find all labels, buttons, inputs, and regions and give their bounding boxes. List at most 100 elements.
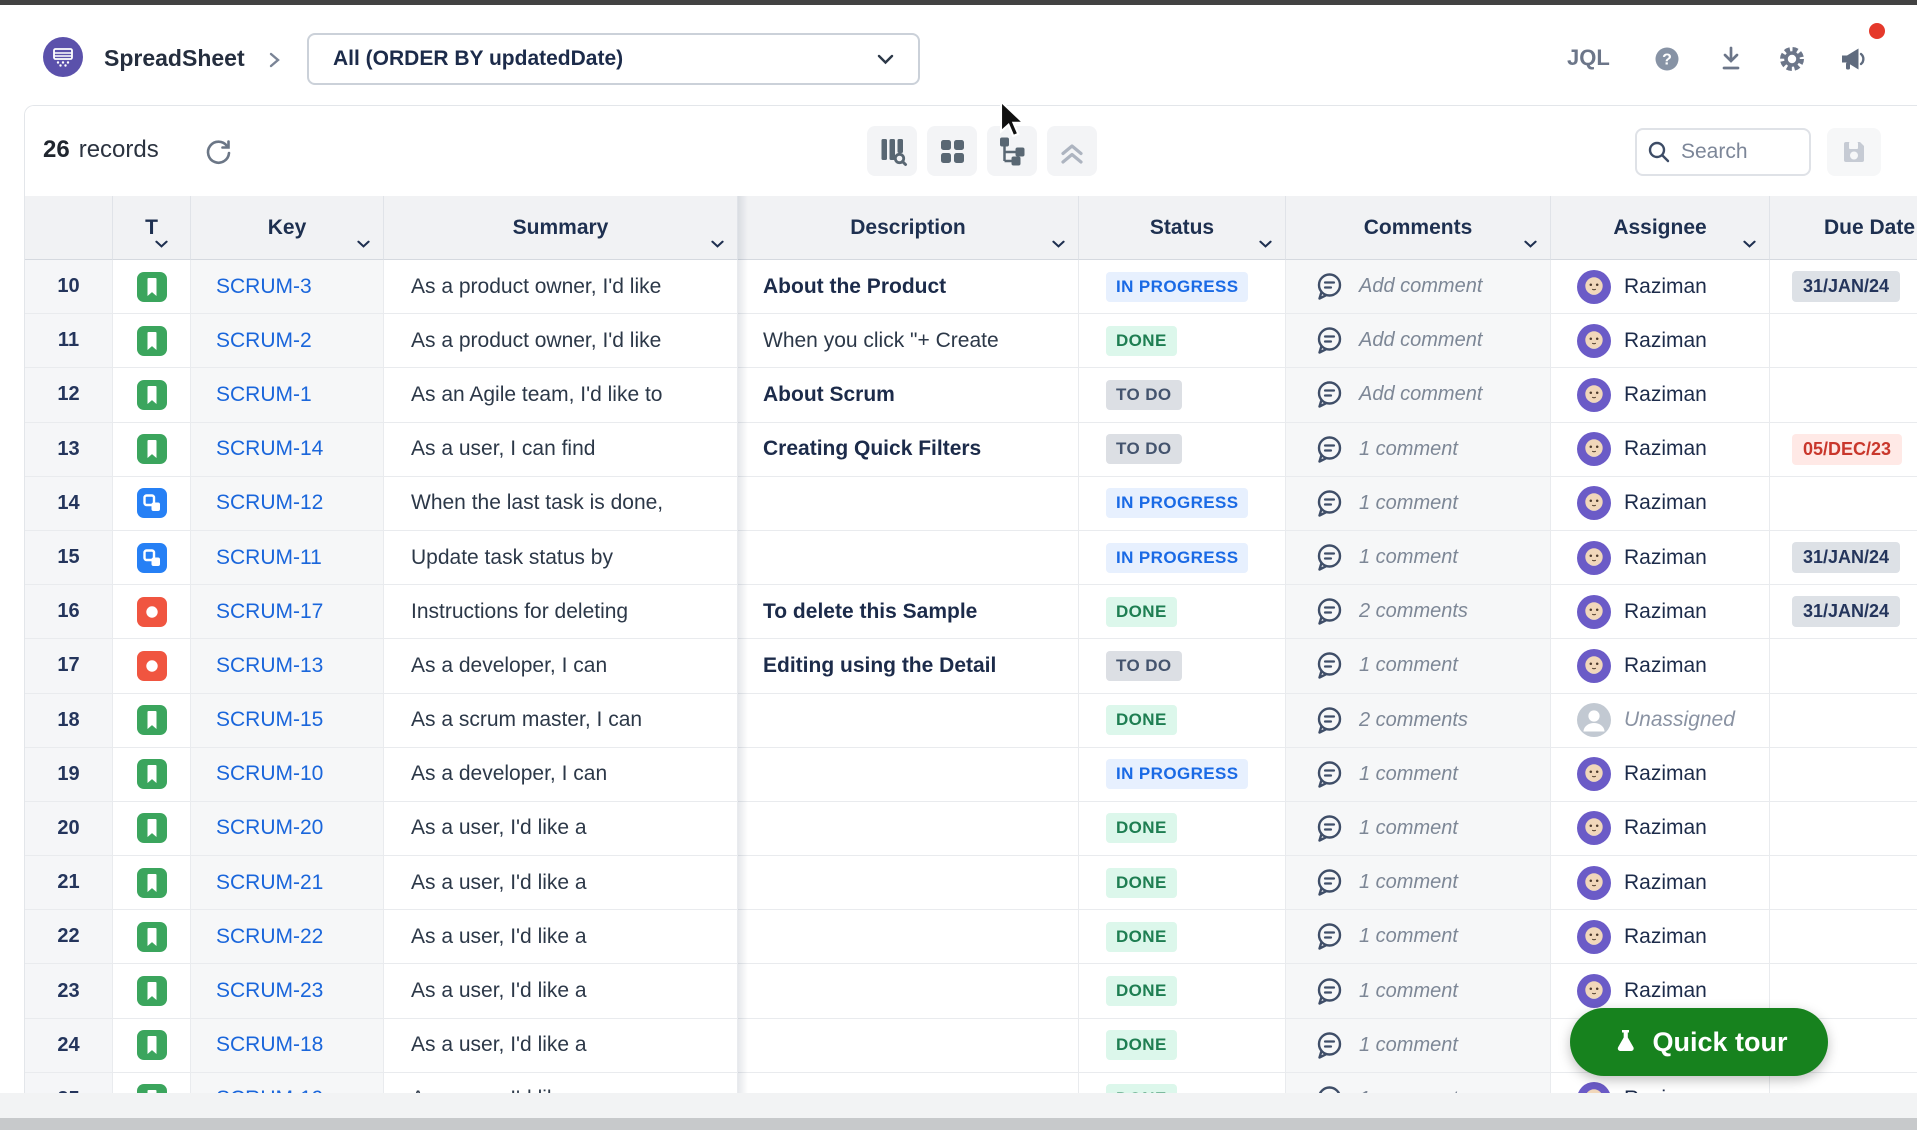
issue-key-link[interactable]: SCRUM-15 [191, 694, 384, 748]
status-cell[interactable]: IN PROGRESS [1079, 477, 1286, 531]
row-number[interactable]: 12 [25, 368, 113, 422]
issue-type-cell[interactable] [113, 639, 191, 693]
description-cell[interactable]: Creating Quick Filters [738, 423, 1079, 477]
issue-type-cell[interactable] [113, 802, 191, 856]
issue-type-cell[interactable] [113, 260, 191, 314]
row-number[interactable]: 13 [25, 423, 113, 477]
issue-key-link[interactable]: SCRUM-3 [191, 260, 384, 314]
jql-button[interactable]: JQL [1567, 45, 1610, 71]
assignee-cell[interactable]: Unassigned [1551, 694, 1770, 748]
row-number[interactable]: 22 [25, 910, 113, 964]
status-cell[interactable]: IN PROGRESS [1079, 531, 1286, 585]
comments-cell[interactable]: Add comment [1286, 260, 1551, 314]
summary-cell[interactable]: As a product owner, I'd like [384, 314, 738, 368]
issue-type-cell[interactable] [113, 585, 191, 639]
description-cell[interactable]: Editing using the Detail [738, 639, 1079, 693]
row-number[interactable]: 17 [25, 639, 113, 693]
saved-filter-dropdown[interactable]: All (ORDER BY updatedDate) [307, 33, 920, 85]
settings-gear-icon[interactable] [1775, 42, 1809, 76]
row-number[interactable]: 16 [25, 585, 113, 639]
description-cell[interactable] [738, 802, 1079, 856]
description-cell[interactable] [738, 856, 1079, 910]
assignee-cell[interactable]: Raziman [1551, 531, 1770, 585]
column-header-status[interactable]: Status [1079, 196, 1286, 260]
description-cell[interactable] [738, 531, 1079, 585]
issue-key-link[interactable]: SCRUM-21 [191, 856, 384, 910]
due-date-cell[interactable]: 05/DEC/23 [1770, 423, 1917, 477]
assignee-cell[interactable]: Raziman [1551, 477, 1770, 531]
issue-key-link[interactable]: SCRUM-22 [191, 910, 384, 964]
column-header-key[interactable]: Key [191, 196, 384, 260]
row-number[interactable]: 24 [25, 1019, 113, 1073]
hierarchy-view-button[interactable] [987, 126, 1037, 176]
status-cell[interactable]: DONE [1079, 585, 1286, 639]
due-date-cell[interactable] [1770, 802, 1917, 856]
grid-view-button[interactable] [927, 126, 977, 176]
column-header-description[interactable]: Description [738, 196, 1079, 260]
row-number[interactable]: 23 [25, 964, 113, 1018]
due-date-cell[interactable]: 31/JAN/24 [1770, 260, 1917, 314]
summary-cell[interactable]: As a developer, I can [384, 748, 738, 802]
assignee-cell[interactable]: Raziman [1551, 639, 1770, 693]
column-header-due-date[interactable]: Due Date [1770, 196, 1917, 260]
status-cell[interactable]: DONE [1079, 802, 1286, 856]
status-cell[interactable]: DONE [1079, 856, 1286, 910]
issue-type-cell[interactable] [113, 964, 191, 1018]
comments-cell[interactable]: 1 comment [1286, 1073, 1551, 1093]
issue-key-link[interactable]: SCRUM-23 [191, 964, 384, 1018]
description-cell[interactable]: About Scrum [738, 368, 1079, 422]
due-date-cell[interactable] [1770, 748, 1917, 802]
row-number[interactable]: 20 [25, 802, 113, 856]
comments-cell[interactable]: 1 comment [1286, 1019, 1551, 1073]
description-cell[interactable]: About the Product [738, 260, 1079, 314]
summary-cell[interactable]: As an Agile team, I'd like to [384, 368, 738, 422]
comments-cell[interactable]: 1 comment [1286, 477, 1551, 531]
assignee-cell[interactable]: Raziman [1551, 423, 1770, 477]
issue-type-cell[interactable] [113, 368, 191, 422]
issue-type-cell[interactable] [113, 477, 191, 531]
issue-key-link[interactable]: SCRUM-14 [191, 423, 384, 477]
summary-cell[interactable]: As a user, I'd like a [384, 1073, 738, 1093]
summary-cell[interactable]: Update task status by [384, 531, 738, 585]
status-cell[interactable]: DONE [1079, 910, 1286, 964]
issue-type-cell[interactable] [113, 1073, 191, 1093]
horizontal-scrollbar[interactable] [0, 1118, 1917, 1130]
row-number[interactable]: 10 [25, 260, 113, 314]
summary-cell[interactable]: As a product owner, I'd like [384, 260, 738, 314]
help-icon[interactable]: ? [1650, 42, 1684, 76]
issue-key-link[interactable]: SCRUM-10 [191, 748, 384, 802]
issue-key-link[interactable]: SCRUM-18 [191, 1019, 384, 1073]
status-cell[interactable]: DONE [1079, 694, 1286, 748]
issue-type-cell[interactable] [113, 423, 191, 477]
download-icon[interactable] [1714, 42, 1748, 76]
due-date-cell[interactable] [1770, 910, 1917, 964]
due-date-cell[interactable]: 31/JAN/24 [1770, 531, 1917, 585]
assignee-cell[interactable]: Raziman [1551, 748, 1770, 802]
issue-type-cell[interactable] [113, 748, 191, 802]
due-date-cell[interactable] [1770, 694, 1917, 748]
issue-type-cell[interactable] [113, 856, 191, 910]
due-date-cell[interactable] [1770, 639, 1917, 693]
comments-cell[interactable]: Add comment [1286, 314, 1551, 368]
status-cell[interactable]: TO DO [1079, 368, 1286, 422]
summary-cell[interactable]: As a scrum master, I can [384, 694, 738, 748]
column-header-type[interactable]: T [113, 196, 191, 260]
comments-cell[interactable]: 1 comment [1286, 748, 1551, 802]
status-cell[interactable]: IN PROGRESS [1079, 748, 1286, 802]
due-date-cell[interactable] [1770, 314, 1917, 368]
summary-cell[interactable]: Instructions for deleting [384, 585, 738, 639]
status-cell[interactable]: IN PROGRESS [1079, 260, 1286, 314]
comments-cell[interactable]: 2 comments [1286, 694, 1551, 748]
issue-key-link[interactable]: SCRUM-11 [191, 531, 384, 585]
summary-cell[interactable]: As a user, I'd like a [384, 1019, 738, 1073]
issue-key-link[interactable]: SCRUM-2 [191, 314, 384, 368]
assignee-cell[interactable]: Raziman [1551, 856, 1770, 910]
summary-cell[interactable]: As a user, I'd like a [384, 802, 738, 856]
description-cell[interactable] [738, 910, 1079, 964]
assignee-cell[interactable]: Raziman [1551, 802, 1770, 856]
save-button[interactable] [1827, 128, 1881, 176]
issue-type-cell[interactable] [113, 1019, 191, 1073]
column-header-summary[interactable]: Summary [384, 196, 738, 260]
refresh-icon[interactable] [201, 136, 235, 170]
row-number[interactable]: 19 [25, 748, 113, 802]
